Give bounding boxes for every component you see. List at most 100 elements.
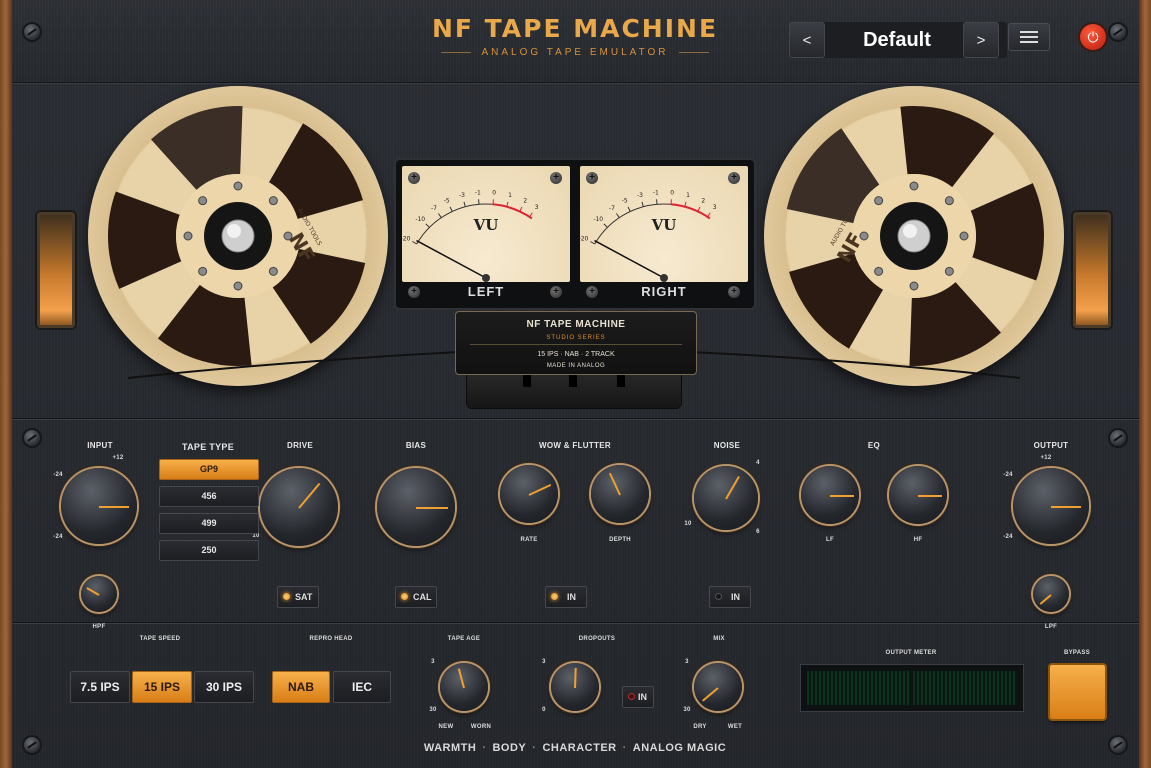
tape-age-label: TAPE AGE bbox=[447, 636, 481, 642]
speed-7-5-ips[interactable]: 7.5 IPS bbox=[70, 671, 130, 703]
eq-hf-label: HF bbox=[913, 537, 923, 543]
output-knob[interactable] bbox=[1013, 468, 1089, 544]
output-meter bbox=[800, 664, 1024, 712]
mix-knob[interactable] bbox=[694, 663, 742, 711]
footer-analog-magic: ANALOG MAGIC bbox=[632, 742, 727, 754]
tape-age-tick-low: 30 bbox=[429, 707, 437, 713]
input-knob[interactable] bbox=[61, 468, 137, 544]
hpf-label: HPF bbox=[92, 624, 106, 630]
bypass-label: BYPASS bbox=[1063, 650, 1091, 656]
noise-label: NOISE bbox=[713, 441, 741, 450]
footer-character: CHARACTER bbox=[542, 742, 617, 754]
vu-left-label: LEFT bbox=[467, 284, 505, 299]
wow-in-label: IN bbox=[567, 592, 576, 602]
noise-in-label: IN bbox=[731, 592, 740, 602]
wow-rate-knob[interactable] bbox=[500, 465, 558, 523]
eq-hf-knob[interactable] bbox=[889, 466, 947, 524]
wow-depth-knob[interactable] bbox=[591, 465, 649, 523]
footer-warmth: WARMTH bbox=[423, 742, 477, 754]
screw-icon: + bbox=[728, 286, 740, 298]
vu-meter-right: -20-10-7-5-3-10123VU bbox=[579, 166, 748, 282]
vu-right-label: RIGHT bbox=[641, 284, 687, 299]
wow-flutter-label: WOW & FLUTTER bbox=[539, 441, 611, 450]
repro-head-nab[interactable]: NAB bbox=[272, 671, 330, 703]
vu-tick-label: -7 bbox=[431, 205, 437, 212]
vu-tick-label: 0 bbox=[492, 189, 496, 196]
speed-30-ips[interactable]: 30 IPS bbox=[194, 671, 254, 703]
output-scale-min: -24 bbox=[1003, 472, 1013, 478]
plate-spec: 15 IPS · NAB · 2 TRACK bbox=[537, 351, 615, 358]
wow-depth-label: DEPTH bbox=[609, 537, 631, 543]
drive-knob[interactable] bbox=[260, 468, 338, 546]
tape-type-250[interactable]: 250 bbox=[159, 540, 259, 561]
tape-age-new-label: NEW bbox=[438, 724, 454, 730]
speed-15-ips[interactable]: 15 IPS bbox=[132, 671, 192, 703]
hpf-knob[interactable] bbox=[81, 576, 117, 612]
drive-label: DRIVE bbox=[287, 441, 313, 450]
bias-knob[interactable] bbox=[377, 468, 455, 546]
noise-scale-low: 10 bbox=[684, 521, 692, 527]
vu-needle bbox=[594, 239, 665, 279]
output-scale-top: +12 bbox=[1040, 455, 1052, 461]
vu-tick-label: 0 bbox=[670, 189, 674, 196]
name-plate: NF TAPE MACHINE STUDIO SERIES 15 IPS · N… bbox=[455, 311, 697, 375]
lpf-knob[interactable] bbox=[1033, 576, 1069, 612]
noise-in-toggle[interactable]: IN bbox=[709, 586, 751, 608]
dropouts-in-label: IN bbox=[638, 692, 647, 702]
input-scale-top: +12 bbox=[112, 455, 124, 461]
input-scale-max: -24 bbox=[53, 534, 63, 540]
repro-head-iec[interactable]: IEC bbox=[333, 671, 391, 703]
vu-face-label: VU bbox=[473, 216, 499, 234]
vu-tick-label: 3 bbox=[713, 204, 717, 211]
tape-speed-label: TAPE SPEED bbox=[139, 636, 181, 642]
vu-tick-label: 1 bbox=[508, 192, 512, 199]
vu-needle bbox=[416, 239, 487, 279]
vu-tick-label: -5 bbox=[444, 198, 450, 205]
sat-toggle[interactable]: SAT bbox=[277, 586, 319, 608]
tape-type-gp9[interactable]: GP9 bbox=[159, 459, 259, 480]
vu-meter-left: -20-10-7-5-3-10123VU bbox=[401, 166, 570, 282]
eq-lf-knob[interactable] bbox=[801, 466, 859, 524]
mix-tick-top: 3 bbox=[685, 659, 689, 665]
tape-type-499[interactable]: 499 bbox=[159, 513, 259, 534]
noise-knob[interactable] bbox=[694, 466, 758, 530]
footer-body: BODY bbox=[492, 742, 527, 754]
vu-tick-label: -20 bbox=[580, 236, 589, 243]
vu-tick-label: 1 bbox=[686, 192, 690, 199]
tape-type-456[interactable]: 456 bbox=[159, 486, 259, 507]
tape-type-label: TAPE TYPE bbox=[181, 442, 235, 452]
wow-in-toggle[interactable]: IN bbox=[545, 586, 587, 608]
tape-age-knob[interactable] bbox=[440, 663, 488, 711]
vu-tick-label: -1 bbox=[653, 189, 659, 196]
screw-icon: + bbox=[550, 286, 562, 298]
footer-tagline: WARMTH · BODY · CHARACTER · ANALOG MAGIC bbox=[423, 742, 727, 754]
plate-origin: MADE IN ANALOG bbox=[546, 363, 606, 369]
tape-age-worn-label: WORN bbox=[470, 724, 492, 730]
dropouts-tick-low: 0 bbox=[542, 707, 546, 713]
vu-tick-label: -20 bbox=[402, 236, 411, 243]
plate-title: NF TAPE MACHINE bbox=[526, 319, 626, 330]
wow-rate-label: RATE bbox=[520, 537, 538, 543]
dropouts-in-toggle[interactable]: IN bbox=[622, 686, 654, 708]
vu-meter-bridge: -20-10-7-5-3-10123VU -20-10-7-5-3-10123V… bbox=[396, 160, 754, 308]
vu-tick-label: 2 bbox=[523, 198, 527, 205]
cal-toggle[interactable]: CAL bbox=[395, 586, 437, 608]
dropouts-knob[interactable] bbox=[551, 663, 599, 711]
noise-scale-high: 4 bbox=[756, 460, 760, 466]
output-meter-label: OUTPUT METER bbox=[885, 650, 937, 656]
screw-icon: + bbox=[408, 286, 420, 298]
vu-tick-label: -10 bbox=[415, 216, 425, 223]
cal-label: CAL bbox=[413, 592, 432, 602]
input-scale-min: -24 bbox=[53, 472, 63, 478]
mix-dry-label: DRY bbox=[693, 724, 707, 730]
plugin-window: NF TAPE MACHINE ANALOG TAPE EMULATOR < D… bbox=[0, 0, 1151, 768]
plate-series: STUDIO SERIES bbox=[546, 335, 606, 341]
dropouts-tick-top: 3 bbox=[542, 659, 546, 665]
bypass-button[interactable] bbox=[1050, 665, 1105, 719]
input-label: INPUT bbox=[87, 441, 113, 450]
vu-tick-label: 3 bbox=[535, 204, 539, 211]
tape-age-tick-top: 3 bbox=[431, 659, 435, 665]
vu-tick-label: -3 bbox=[637, 192, 643, 199]
screw-icon: + bbox=[408, 172, 420, 184]
vu-tick-label: -5 bbox=[622, 198, 628, 205]
